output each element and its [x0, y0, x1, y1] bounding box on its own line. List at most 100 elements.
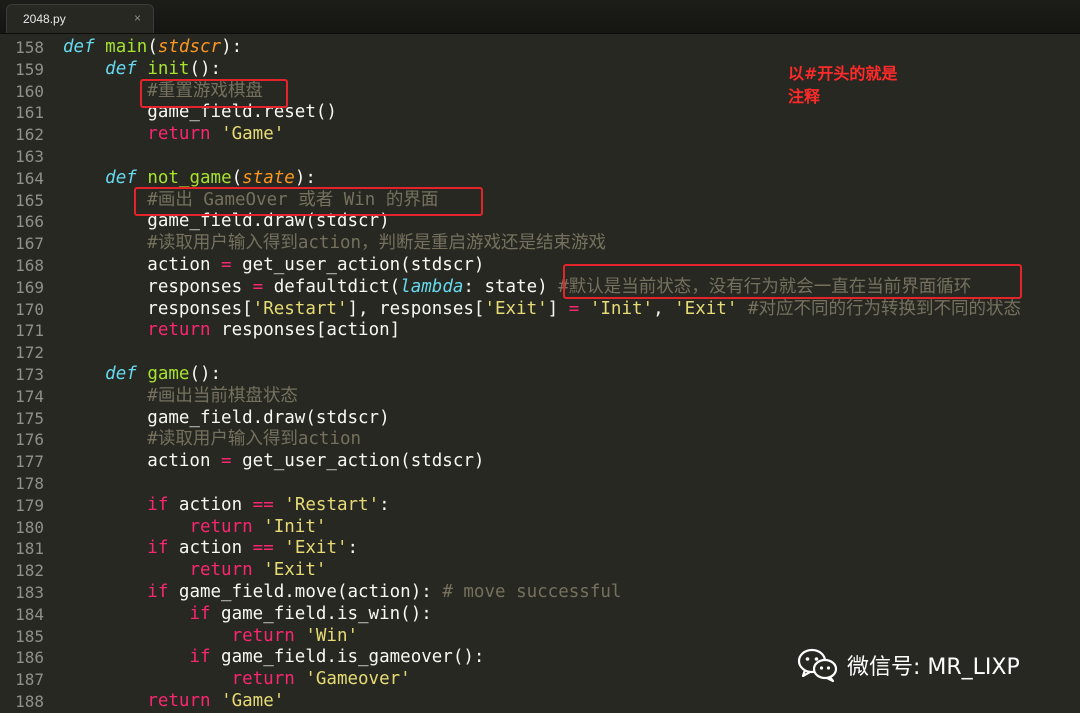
- code-token: action: [63, 451, 222, 472]
- code-token: (: [147, 37, 158, 57]
- file-tab[interactable]: 2048.py ×: [6, 4, 154, 33]
- code-text: return 'Gameover': [63, 669, 411, 691]
- code-token: game: [147, 363, 190, 384]
- code-token: get_user_action(stdscr): [231, 254, 485, 275]
- line-number: 164: [15, 168, 44, 188]
- line-number: 170: [15, 299, 44, 319]
- code-text: if action == 'Exit':: [63, 538, 358, 560]
- line-number: 161: [15, 103, 44, 123]
- line-number: 180: [15, 517, 44, 537]
- code-line[interactable]: 167 #读取用户输入得到action，判断是重启游戏还是结束游戏: [0, 233, 1080, 255]
- code-line[interactable]: 162 return 'Game': [0, 124, 1080, 146]
- code-text: #读取用户输入得到action: [63, 429, 361, 451]
- line-number: 159: [15, 59, 44, 79]
- highlight-box-line-165: [134, 187, 483, 216]
- code-token: ():: [189, 58, 222, 79]
- code-line[interactable]: 177 action = get_user_action(stdscr): [0, 451, 1080, 473]
- code-token: get_user_action(stdscr): [231, 451, 485, 472]
- code-token: #对应不同的行为转换到不同的状态: [747, 298, 1021, 319]
- code-line[interactable]: 158 def main(stdscr):: [0, 37, 1080, 59]
- code-token: state: [242, 167, 295, 188]
- annotation-note: 以#开头的就是 注释: [788, 62, 918, 108]
- code-line[interactable]: 176 #读取用户输入得到action: [0, 429, 1080, 451]
- code-token: 'Restart': [284, 494, 380, 515]
- code-line[interactable]: 171 return responses[action]: [0, 320, 1080, 342]
- code-line[interactable]: 180 return 'Init': [0, 517, 1080, 539]
- code-token: (: [231, 167, 243, 188]
- code-token: if: [189, 647, 222, 668]
- code-text: return 'Win': [63, 626, 358, 648]
- code-text: action = get_user_action(stdscr): [63, 451, 484, 473]
- line-number: 166: [15, 212, 44, 232]
- line-number: 188: [15, 691, 44, 711]
- line-number: 187: [15, 670, 44, 690]
- annotation-line-2: 注释: [788, 87, 821, 106]
- code-line[interactable]: 185 return 'Win': [0, 626, 1080, 648]
- code-line[interactable]: 170 responses['Restart'], responses['Exi…: [0, 299, 1080, 321]
- code-line[interactable]: 175 game_field.draw(stdscr): [0, 408, 1080, 430]
- code-token: :: [379, 494, 390, 515]
- wechat-icon: [797, 648, 838, 683]
- code-text: #画出当前棋盘状态: [63, 386, 298, 408]
- code-text: return 'Game': [63, 691, 284, 713]
- close-icon[interactable]: ×: [134, 11, 141, 25]
- code-text: if action == 'Restart':: [63, 494, 390, 517]
- code-line[interactable]: 172: [0, 342, 1080, 364]
- line-number: 184: [15, 604, 44, 624]
- code-line[interactable]: 163: [0, 146, 1080, 168]
- highlight-box-line-160: [140, 79, 288, 108]
- code-editor[interactable]: 158 def main(stdscr): 159 def init(): 160 #…: [0, 37, 1080, 713]
- code-text: return 'Exit': [63, 560, 326, 582]
- code-token: if: [189, 603, 222, 624]
- code-token: 'Win': [305, 625, 359, 646]
- code-line[interactable]: 188 return 'Game': [0, 691, 1080, 713]
- code-token: ):: [221, 37, 243, 57]
- code-text: game_field.draw(stdscr): [63, 408, 389, 430]
- code-token: #读取用户输入得到action: [147, 429, 362, 450]
- code-token: not_game: [147, 167, 232, 188]
- code-token: stdscr: [157, 37, 222, 57]
- code-token: #画出当前棋盘状态: [147, 385, 298, 406]
- code-token: responses[: [63, 298, 253, 319]
- line-number: 165: [15, 190, 44, 210]
- code-token: =: [221, 254, 232, 275]
- code-text: def main(stdscr):: [63, 37, 242, 59]
- code-token: ], responses[: [347, 298, 485, 319]
- code-token: responses[action]: [221, 320, 401, 341]
- line-number: 174: [15, 386, 44, 406]
- code-line[interactable]: 181 if action == 'Exit':: [0, 538, 1080, 560]
- code-token: if: [147, 581, 179, 602]
- highlight-box-line-169: [563, 264, 1022, 299]
- code-line[interactable]: 159 def init():: [0, 59, 1080, 81]
- code-token: 'Exit': [484, 298, 548, 319]
- code-line[interactable]: 179 if action == 'Restart':: [0, 495, 1080, 517]
- code-token: # move successful: [442, 581, 622, 602]
- line-number: 160: [15, 81, 44, 101]
- code-line[interactable]: 173 def game():: [0, 364, 1080, 386]
- code-token: =: [568, 298, 580, 319]
- code-line[interactable]: 174 #画出当前棋盘状态: [0, 386, 1080, 408]
- code-token: def: [105, 363, 148, 384]
- code-token: #读取用户输入得到action，判断是重启游戏还是结束游戏: [147, 233, 607, 254]
- code-line[interactable]: 182 return 'Exit': [0, 560, 1080, 582]
- code-line[interactable]: 184 if game_field.is_win():: [0, 604, 1080, 626]
- line-number: 177: [15, 452, 44, 472]
- code-token: return: [147, 320, 222, 341]
- code-line[interactable]: 183 if game_field.move(action): # move s…: [0, 582, 1080, 604]
- code-token: 'Exit': [263, 560, 327, 581]
- code-token: action: [178, 494, 253, 515]
- line-number: 178: [15, 473, 44, 493]
- code-line[interactable]: 178: [0, 473, 1080, 495]
- code-token: ,: [653, 298, 675, 319]
- code-token: game_field.is_gameover():: [221, 647, 485, 668]
- line-number: 186: [15, 648, 44, 668]
- code-text: if game_field.is_win():: [63, 603, 431, 626]
